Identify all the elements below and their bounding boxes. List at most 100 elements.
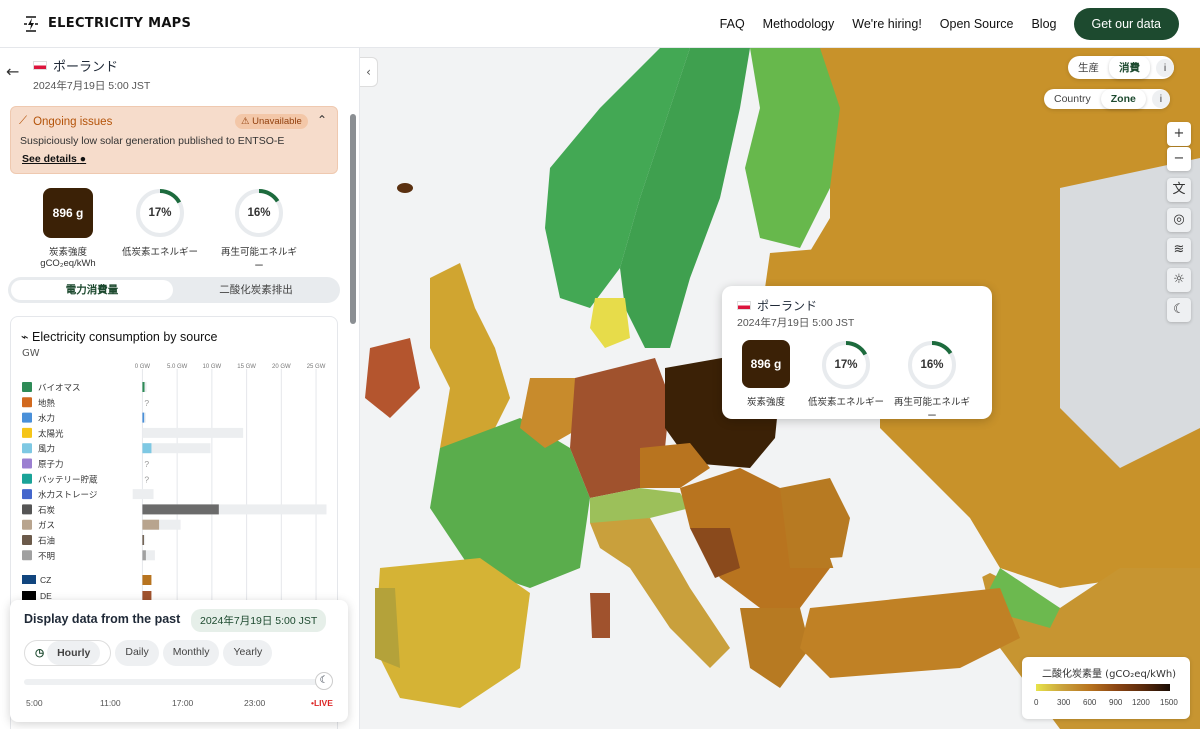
mode-production[interactable]: 生産 xyxy=(1068,56,1109,79)
top-navigation: ELECTRICITY MAPS FAQ Methodology We're h… xyxy=(0,0,1200,48)
lowcarbon-value: 17% xyxy=(148,207,172,219)
chart-title-text: Electricity consumption by source xyxy=(32,330,218,344)
history-title: Display data from the past xyxy=(24,612,181,626)
tooltip-renewable-label: 再生可能エネルギー xyxy=(893,397,970,422)
time-slider[interactable] xyxy=(24,679,322,685)
source-icon xyxy=(22,535,32,545)
lowcarbon-kpi: 17% 低炭素エネルギー xyxy=(120,188,200,258)
x-tick-label: 10 GW xyxy=(203,364,222,370)
source-icon xyxy=(22,489,32,500)
renewable-value: 16% xyxy=(247,207,271,219)
info-icon[interactable]: i xyxy=(1151,90,1170,108)
zone-kpis: 896 g 炭素強度 gCO₂eq/kWh 17% 低炭素エネルギー 16% 再… xyxy=(0,186,340,272)
source-icon xyxy=(22,473,32,484)
country-flag-icon xyxy=(22,575,36,584)
tab-consumption[interactable]: 電力消費量 xyxy=(11,280,173,300)
renewable-ring: 16% xyxy=(907,340,957,390)
tooltip-carbon-label: 炭素強度 xyxy=(746,397,785,408)
language-icon[interactable]: 文 xyxy=(1167,178,1191,202)
tooltip-zone-name: ポーランド xyxy=(757,299,818,313)
issue-title: Ongoing issues xyxy=(33,115,113,128)
legend-tick: 1500 xyxy=(1160,698,1178,707)
level-toggle[interactable]: Country Zone i xyxy=(1044,89,1170,109)
panel-scrollbar[interactable] xyxy=(349,108,357,728)
tab-monthly[interactable]: Monthly xyxy=(162,640,220,666)
source-label: 水力 xyxy=(38,413,55,424)
level-country[interactable]: Country xyxy=(1044,89,1101,109)
dark-mode-icon[interactable]: ☾ xyxy=(1167,298,1191,322)
history-panel: Display data from the past 2024年7月19日 5:… xyxy=(10,600,348,722)
tab-daily[interactable]: Daily xyxy=(115,640,159,666)
consumption-emissions-toggle[interactable]: 電力消費量 二酸化炭素排出 xyxy=(8,277,340,303)
wind-layer-icon[interactable]: ≋ xyxy=(1167,238,1191,262)
collapse-panel-chevron-icon[interactable]: ‹ xyxy=(360,57,378,87)
mode-toggle[interactable]: 生産 消費 i xyxy=(1068,56,1174,79)
nav-faq[interactable]: FAQ xyxy=(720,17,745,31)
source-label: バイオマス xyxy=(38,384,81,394)
legend-color-bar xyxy=(1036,684,1170,691)
chevron-up-icon[interactable]: ⌃ xyxy=(317,113,327,127)
renewable-kpi: 16% 再生可能エネルギー xyxy=(218,188,300,272)
source-icon xyxy=(22,504,32,515)
renewable-ring: 16% xyxy=(234,188,284,238)
source-label: 地熱 xyxy=(38,398,56,409)
carbon-legend: 二酸化炭素量 (gCO₂eq/kWh) 0 300 600 900 1200 1… xyxy=(1022,657,1190,719)
nav-hiring[interactable]: We're hiring! xyxy=(852,17,922,31)
zoom-out-icon[interactable]: − xyxy=(1167,147,1191,171)
time-tick: 17:00 xyxy=(172,698,194,708)
see-details-link[interactable]: See details ● xyxy=(22,153,86,165)
solar-layer-icon[interactable]: ☼ xyxy=(1167,268,1191,292)
nav-blog[interactable]: Blog xyxy=(1031,17,1056,31)
legend-tick: 900 xyxy=(1109,698,1123,707)
carbon-intensity-value: 896 g xyxy=(43,188,93,238)
unavailable-badge: ⚠ Unavailable xyxy=(235,114,308,129)
plug-icon: ⌁ xyxy=(21,330,29,344)
tab-emissions[interactable]: 二酸化炭素排出 xyxy=(176,280,336,300)
source-label: 不明 xyxy=(38,552,55,562)
zone-tooltip: ポーランド 2024年7月19日 5:00 JST 896 g 炭素強度 17%… xyxy=(722,286,992,422)
info-icon[interactable]: i xyxy=(1156,58,1174,77)
zone-panel: ← ポーランド 2024年7月19日 5:00 JST ⟋ Ongoing is… xyxy=(0,48,360,729)
source-label: 石炭 xyxy=(38,506,56,516)
source-icon xyxy=(22,519,32,530)
carbon-intensity-kpi: 896 g 炭素強度 gCO₂eq/kWh xyxy=(33,188,103,269)
tooltip-carbon: 896 g 炭素強度 xyxy=(738,340,794,408)
tab-hourly[interactable]: ◷ Hourly xyxy=(24,640,112,666)
level-zone[interactable]: Zone xyxy=(1100,89,1146,109)
carbon-intensity-label: 炭素強度 xyxy=(48,247,87,258)
tab-yearly[interactable]: Yearly xyxy=(223,640,273,666)
nav-methodology[interactable]: Methodology xyxy=(763,17,835,31)
source-icon xyxy=(22,458,32,469)
zoom-in-icon[interactable]: + xyxy=(1167,122,1191,146)
source-icon xyxy=(22,550,32,561)
nav-open-source[interactable]: Open Source xyxy=(940,17,1014,31)
panel-header: ← ポーランド 2024年7月19日 5:00 JST xyxy=(0,48,359,100)
see-details-label: See details xyxy=(22,153,77,165)
logo[interactable]: ELECTRICITY MAPS xyxy=(22,15,191,33)
source-label: ガス xyxy=(38,520,55,531)
legend-tick: 0 xyxy=(1034,698,1039,707)
zone-datetime: 2024年7月19日 5:00 JST xyxy=(33,80,151,92)
poland-flag-icon xyxy=(737,301,751,310)
get-data-button[interactable]: Get our data xyxy=(1073,8,1179,40)
hide-layer-icon[interactable]: ◎ xyxy=(1167,208,1191,232)
consumption-bar xyxy=(142,443,152,454)
chart-title: ⌁ Electricity consumption by source xyxy=(21,329,218,344)
tooltip-lowcarbon-label: 低炭素エネルギー xyxy=(807,397,884,408)
source-label: 太陽光 xyxy=(38,428,64,439)
x-tick-label: 25 GW xyxy=(307,364,326,370)
consumption-bar xyxy=(142,519,160,530)
source-label: 水力ストレージ xyxy=(38,490,97,501)
scrollbar-thumb[interactable] xyxy=(350,114,356,324)
back-arrow-icon[interactable]: ← xyxy=(6,62,19,81)
moon-slider-handle-icon[interactable]: ☾ xyxy=(315,672,333,690)
tooltip-title: ポーランド xyxy=(737,297,817,314)
tooltip-datetime: 2024年7月19日 5:00 JST xyxy=(737,317,855,329)
tab-hourly-label: Hourly xyxy=(47,641,101,665)
live-indicator[interactable]: •LIVE xyxy=(311,698,333,708)
legend-tick: 300 xyxy=(1057,698,1071,707)
consumption-bar xyxy=(142,504,219,515)
mode-consumption[interactable]: 消費 xyxy=(1109,56,1150,79)
ongoing-issues-banner[interactable]: ⟋ Ongoing issues ⚠ Unavailable ⌃ Suspici… xyxy=(10,106,338,174)
lowcarbon-ring: 17% xyxy=(135,188,185,238)
